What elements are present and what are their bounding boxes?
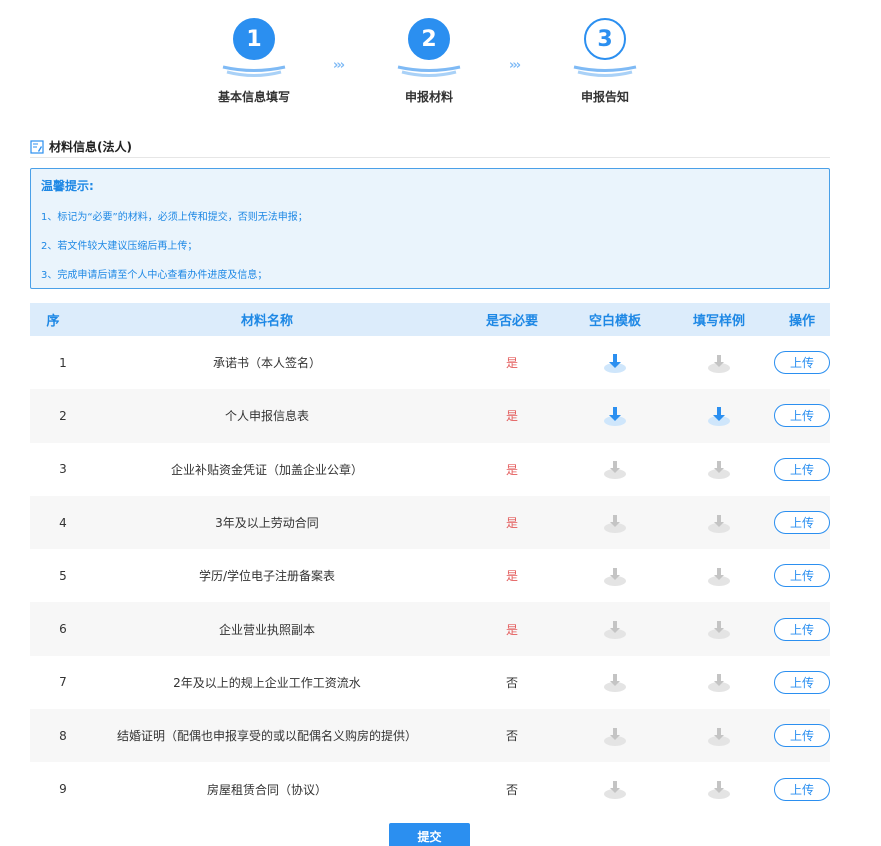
material-name: 3年及以上劳动合同 — [215, 516, 319, 531]
table-row: 6 企业营业执照副本 是 上传 — [30, 602, 830, 656]
download-template-disabled-icon — [603, 671, 627, 693]
table-row: 1 承诺书（本人签名） 是 上传 — [30, 336, 830, 389]
row-number: 4 — [59, 515, 67, 530]
download-example-disabled-icon — [707, 565, 731, 587]
download-template-disabled-icon — [603, 618, 627, 640]
upload-button[interactable]: 上传 — [774, 351, 830, 375]
row-number: 8 — [59, 728, 67, 743]
tips-line: 2、若文件较大建议压缩后再上传； — [41, 241, 198, 252]
step-3: 3 申报告知 — [545, 18, 665, 105]
step-3-number: 3 — [584, 18, 626, 60]
row-number: 1 — [59, 355, 67, 370]
step-3-label: 申报告知 — [580, 90, 629, 104]
material-name: 个人申报信息表 — [224, 409, 309, 424]
download-example-icon[interactable] — [707, 405, 731, 427]
download-template-disabled-icon — [603, 778, 627, 800]
upload-button[interactable]: 上传 — [774, 404, 830, 428]
material-name: 企业营业执照副本 — [218, 622, 315, 637]
header-action: 操作 — [788, 314, 815, 329]
step-chevron-icon: ››› — [333, 58, 345, 73]
table-row: 9 房屋租赁合同（协议） 否 上传 — [30, 762, 830, 815]
header-name: 材料名称 — [240, 314, 293, 329]
step-2-label: 申报材料 — [404, 90, 453, 104]
material-name: 承诺书（本人签名） — [212, 356, 321, 371]
section-header: 材料信息(法人) — [30, 138, 830, 158]
material-name: 学历/学位电子注册备案表 — [198, 569, 336, 584]
row-number: 7 — [59, 675, 67, 690]
required-flag: 是 — [505, 409, 518, 424]
upload-button[interactable]: 上传 — [774, 670, 830, 694]
upload-button[interactable]: 上传 — [774, 564, 830, 588]
download-template-disabled-icon — [603, 512, 627, 534]
step-2-number: 2 — [408, 18, 450, 60]
header-blank-template: 空白模板 — [588, 314, 641, 329]
step-1: 1 基本信息填写 — [194, 18, 314, 105]
header-required: 是否必要 — [485, 314, 538, 329]
submit-button[interactable]: 提交 — [389, 823, 470, 846]
required-flag: 否 — [505, 782, 518, 797]
upload-button[interactable]: 上传 — [774, 511, 830, 535]
header-example: 填写样例 — [692, 314, 745, 329]
section-title: 材料信息(法人) — [49, 140, 132, 154]
required-flag: 是 — [505, 462, 518, 477]
download-template-disabled-icon — [603, 565, 627, 587]
row-number: 5 — [59, 568, 67, 583]
download-template-disabled-icon — [603, 725, 627, 747]
step-1-label: 基本信息填写 — [217, 90, 290, 104]
tips-title: 温馨提示: — [41, 179, 94, 193]
row-number: 6 — [59, 622, 67, 637]
table-row: 4 3年及以上劳动合同 是 上传 — [30, 495, 830, 550]
material-name: 结婚证明（配偶也申报享受的或以配偶名义购房的提供） — [116, 729, 417, 744]
step-base-icon — [397, 65, 461, 77]
tips-line: 1、标记为“必要”的材料，必须上传和提交，否则无法申报； — [41, 212, 308, 223]
required-flag: 是 — [505, 569, 518, 584]
download-template-icon[interactable] — [603, 405, 627, 427]
tips-line: 3、完成申请后请至个人中心查看办件进度及信息； — [41, 270, 268, 281]
document-edit-icon — [30, 140, 44, 154]
tips-box: 温馨提示: 1、标记为“必要”的材料，必须上传和提交，否则无法申报； 2、若文件… — [30, 168, 830, 289]
table-row: 7 2年及以上的规上企业工作工资流水 否 上传 — [30, 656, 830, 709]
download-example-disabled-icon — [707, 512, 731, 534]
required-flag: 否 — [505, 729, 518, 744]
download-example-disabled-icon — [707, 618, 731, 640]
download-example-disabled-icon — [707, 671, 731, 693]
table-row: 2 个人申报信息表 是 上传 — [30, 389, 830, 443]
table-row: 3 企业补贴资金凭证（加盖企业公章） 是 上传 — [30, 443, 830, 496]
step-1-number: 1 — [233, 18, 275, 60]
step-base-icon — [573, 65, 637, 77]
table-header: 序 材料名称 是否必要 空白模板 填写样例 操作 — [30, 303, 830, 336]
header-no: 序 — [46, 314, 60, 329]
row-number: 9 — [59, 782, 67, 797]
material-name: 房屋租赁合同（协议） — [206, 782, 327, 797]
required-flag: 是 — [505, 622, 518, 637]
download-template-icon[interactable] — [603, 352, 627, 374]
step-progress: 1 基本信息填写 ››› 2 申报材料 ››› 3 申报告知 — [0, 0, 881, 120]
step-chevron-icon: ››› — [509, 58, 521, 73]
materials-table: 序 材料名称 是否必要 空白模板 填写样例 操作 1 承诺书（本人签名）是上传 2 个… — [30, 303, 830, 816]
row-number: 3 — [59, 462, 67, 477]
download-example-disabled-icon — [707, 778, 731, 800]
upload-button[interactable]: 上传 — [774, 724, 830, 748]
upload-button[interactable]: 上传 — [774, 457, 830, 481]
table-row: 8 结婚证明（配偶也申报享受的或以配偶名义购房的提供） 否 上传 — [30, 709, 830, 763]
step-base-icon — [222, 65, 286, 77]
download-example-disabled-icon — [707, 352, 731, 374]
required-flag: 是 — [505, 356, 518, 371]
upload-button[interactable]: 上传 — [774, 617, 830, 641]
material-name: 企业补贴资金凭证（加盖企业公章） — [170, 462, 363, 477]
download-example-disabled-icon — [707, 725, 731, 747]
table-body: 1 承诺书（本人签名）是上传 2 个人申报信息表是上传 3 企业补贴资金凭证（加盖企业公章… — [30, 336, 830, 816]
required-flag: 否 — [505, 675, 518, 690]
step-2: 2 申报材料 — [369, 18, 489, 105]
table-row: 5 学历/学位电子注册备案表 是 上传 — [30, 549, 830, 602]
material-name: 2年及以上的规上企业工作工资流水 — [173, 675, 361, 690]
download-template-disabled-icon — [603, 458, 627, 480]
upload-button[interactable]: 上传 — [774, 777, 830, 801]
required-flag: 是 — [505, 516, 518, 531]
row-number: 2 — [59, 408, 67, 423]
download-example-disabled-icon — [707, 458, 731, 480]
